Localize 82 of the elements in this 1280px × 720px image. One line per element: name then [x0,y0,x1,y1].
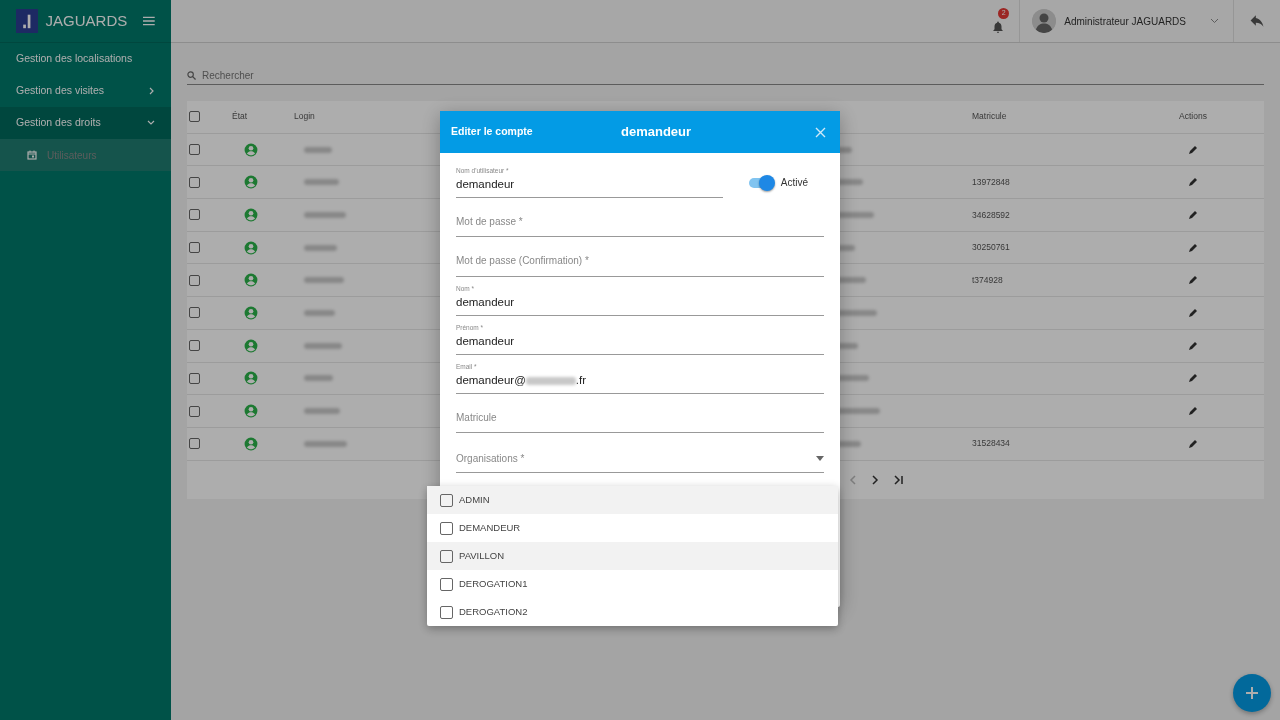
table-cell: t374928 [972,273,1003,287]
toggle-label: Activé [780,176,808,191]
menu-icon[interactable] [143,16,155,26]
user-name[interactable]: Administrateur JAGUARDS [1064,13,1186,29]
column-header: Login [294,110,315,124]
column-header: Matricule [972,110,1007,124]
input-field[interactable]: demandeur@ .fr [456,370,824,395]
edit-pencil-icon[interactable] [1188,144,1198,155]
option-checkbox[interactable] [440,577,453,591]
input-field[interactable]: Mot de passe (Confirmation) * [456,251,824,277]
input-field[interactable]: demandeur [456,292,824,316]
blurred-text [304,342,342,349]
brand-name: JAGUARDS [45,10,128,31]
input-field[interactable]: demandeur [456,331,824,355]
plus-icon [1245,686,1259,700]
chevron-down-icon [147,120,155,126]
notification-bell-icon[interactable] [991,19,1006,34]
edit-pencil-icon[interactable] [1188,406,1198,417]
row-checkbox[interactable] [189,372,200,384]
chevron-right-icon [149,87,155,95]
blurred-text [304,146,332,153]
edit-pencil-icon[interactable] [1188,438,1198,449]
dropdown-option[interactable]: DEROGATION2 [427,598,838,626]
search-field[interactable]: Rechercher [202,68,1264,83]
reply-icon[interactable] [1250,15,1264,27]
edit-pencil-icon[interactable] [1188,373,1198,384]
dropdown-option[interactable]: DEMANDEUR [427,514,838,542]
table-cell: 31528434 [972,437,1010,451]
blurred-text [304,211,346,218]
sidebar-item[interactable]: Gestion des droits [0,107,171,139]
last-page-icon[interactable] [893,474,904,485]
edit-pencil-icon[interactable] [1188,177,1198,188]
row-checkbox[interactable] [189,209,200,221]
dropdown-option[interactable]: PAVILLON [427,542,838,570]
blurred-text [304,440,347,447]
dropdown-option[interactable]: ADMIN [427,486,838,514]
blurred-text [304,309,335,316]
input-field[interactable]: Mot de passe * [456,212,824,238]
blurred-text [304,408,340,415]
next-page-icon[interactable] [871,474,879,485]
blurred-text [525,376,576,385]
blurred-text [304,244,337,251]
blurred-text [304,375,333,382]
edit-pencil-icon[interactable] [1188,307,1198,318]
toggle-switch[interactable] [748,177,773,188]
row-checkbox[interactable] [189,242,200,254]
logo-icon [16,9,38,33]
dialog-title: Editer le compte [451,124,534,140]
sidebar-item[interactable]: Gestion des visites [0,75,171,107]
table-cell: 34628592 [972,208,1010,222]
table-cell: 13972848 [972,175,1010,189]
input-field[interactable]: demandeur [456,174,723,199]
row-checkbox[interactable] [189,144,200,156]
option-checkbox[interactable] [440,521,453,535]
column-header: État [232,110,248,124]
edit-pencil-icon[interactable] [1188,209,1198,220]
table-cell: 30250761 [972,241,1010,254]
option-checkbox[interactable] [440,549,453,563]
option-checkbox[interactable] [440,493,453,507]
chevron-down-icon[interactable] [1210,18,1219,24]
row-checkbox[interactable] [189,438,200,450]
column-header: Actions [1179,110,1207,124]
input-field[interactable]: Matricule [456,408,824,434]
edit-pencil-icon[interactable] [1188,242,1198,253]
dropdown-option[interactable]: DEROGATION1 [427,570,838,598]
edit-pencil-icon[interactable] [1188,340,1198,351]
dialog-subtitle: demandeur [621,123,693,142]
sidebar-item[interactable]: Gestion des localisations [0,43,171,75]
blurred-text [304,277,344,284]
search-icon [187,71,196,80]
caret-icon [816,455,824,461]
row-checkbox[interactable] [189,274,200,286]
row-checkbox[interactable] [189,340,200,352]
row-checkbox[interactable] [189,176,200,188]
row-checkbox[interactable] [189,405,200,417]
select-all-checkbox[interactable] [189,111,200,123]
blurred-text [304,179,339,186]
row-checkbox[interactable] [189,307,200,319]
edit-pencil-icon[interactable] [1188,275,1198,286]
calendar-icon [27,150,37,160]
select-field[interactable]: Organisations * [456,449,824,473]
option-checkbox[interactable] [440,605,453,619]
